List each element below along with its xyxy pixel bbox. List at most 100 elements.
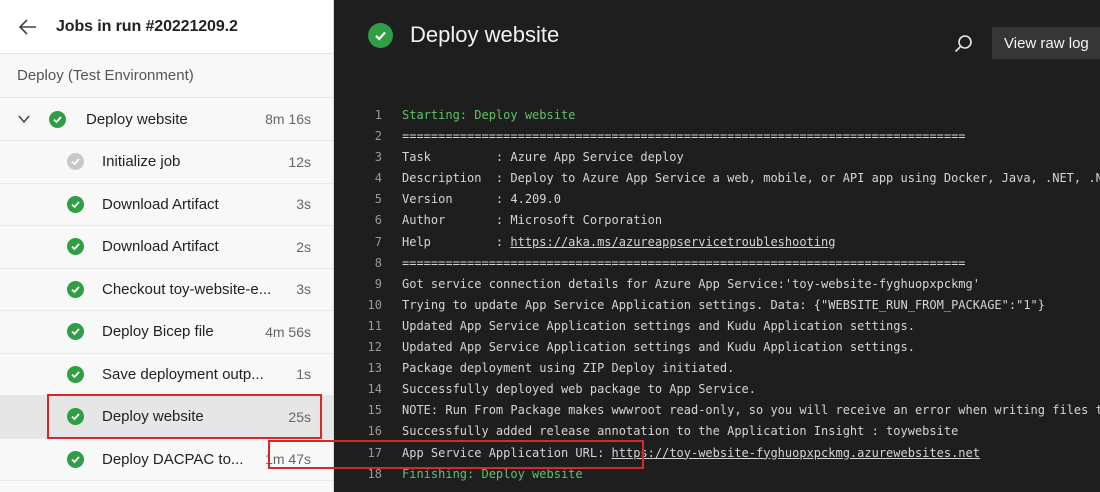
job-step-duration: 2s [296,238,311,255]
job-step-duration: 1s [296,366,311,383]
check-circle-icon [49,110,66,128]
back-button[interactable] [0,0,56,54]
log-line-text: Successfully added release annotation to… [402,424,959,439]
job-step-row[interactable]: Download Artifact 3s [0,183,333,226]
log-line-number: 8 [374,255,382,270]
log-line: 7 Help : https://aka.ms/azureappservicetr… [334,232,1100,253]
log-line-text: Author : Microsoft Corporation [402,213,663,228]
log-line-text: Got service connection details for Azure… [402,276,980,291]
log-line-number: 4 [374,171,382,186]
log-line-text: Updated App Service Application settings… [402,318,915,333]
chevron-down-icon[interactable] [16,111,32,127]
log-line-text: Help : https://aka.ms/azureappservicetro… [402,232,835,253]
log-header: Deploy website View raw log [334,0,1100,70]
log-line: 6 Author : Microsoft Corporation [334,210,1100,231]
job-step-label: Checkout toy-website-e... [102,280,272,298]
jobs-header: Jobs in run #20221209.2 [0,0,333,54]
check-circle-icon [67,153,84,171]
job-step-label: Deploy Bicep file [102,323,214,341]
log-line: 14 Successfully deployed web package to A… [334,379,1100,400]
log-line: 10 Trying to update App Service Applicati… [334,295,1100,316]
log-line-number: 12 [367,340,382,355]
log-line-text: App Service Application URL: https://toy… [402,443,980,464]
check-circle-icon [368,23,393,48]
log-line-number: 15 [367,403,382,418]
log-line-text: Version : 4.209.0 [402,192,561,207]
job-step-row[interactable]: Initialize job 12s [0,141,333,184]
log-link[interactable]: https://aka.ms/azureappservicetroublesho… [510,235,835,249]
log-line-text: NOTE: Run From Package makes wwwroot rea… [402,403,1100,418]
check-circle-icon [67,408,84,426]
log-line-number: 10 [367,297,382,312]
log-line: 16 Successfully added release annotation … [334,421,1100,442]
log-line: 3 Task : Azure App Service deploy [334,147,1100,168]
job-duration: 8m 16s [265,111,311,127]
log-link[interactable]: https://toy-website-fyghuopxpckmg.azurew… [612,446,980,460]
job-step-label: Download Artifact [102,195,219,213]
job-step-duration: 1m 47s [265,451,311,468]
log-panel: Deploy website View raw log 1 Starting: D… [334,0,1100,492]
log-line-number: 11 [367,318,382,333]
log-line-text: Updated App Service Application settings… [402,340,915,355]
log-line-number: 9 [374,276,382,291]
job-step-label: Save deployment outp... [102,365,264,383]
check-circle-icon [67,195,84,213]
search-icon [954,35,972,53]
log-line-number: 18 [367,466,382,481]
check-circle-icon [67,323,84,341]
log-line-number: 5 [374,192,382,207]
job-step-label: Deploy DACPAC to... [102,450,244,468]
log-line-text: Description : Deploy to Azure App Servic… [402,171,1100,186]
check-circle-icon [67,365,84,383]
log-line-text: ========================================… [402,255,966,270]
log-line: 15 NOTE: Run From Package makes wwwroot r… [334,400,1100,421]
log-line: 8 =======================================… [334,253,1100,274]
check-circle-icon [67,238,84,256]
log-line: 9 Got service connection details for Azur… [334,274,1100,295]
log-line: 11 Updated App Service Application settin… [334,316,1100,337]
log-line-number: 6 [374,213,382,228]
job-step-row[interactable]: Deploy DACPAC to... 1m 47s [0,438,333,481]
log-line-number: 17 [367,445,382,460]
log-line: 13 Package deployment using ZIP Deploy in… [334,358,1100,379]
log-line-number: 13 [367,361,382,376]
log-line: 5 Version : 4.209.0 [334,189,1100,210]
log-line-text: Finishing: Deploy website [402,466,583,481]
log-output: 1 Starting: Deploy website 2 ==============… [334,105,1100,485]
search-button[interactable] [953,33,975,55]
check-circle-icon [67,280,84,298]
log-line-number: 2 [374,129,382,144]
job-step-duration: 4m 56s [265,323,311,340]
job-step-label: Download Artifact [102,238,219,256]
stage-name: Deploy (Test Environment) [0,54,333,98]
log-line: 17 App Service Application URL: https://t… [334,443,1100,464]
job-step-row[interactable]: Checkout toy-website-e... 3s [0,268,333,311]
job-step-duration: 25s [288,408,311,425]
run-title: Jobs in run #20221209.2 [56,17,238,35]
log-line-number: 3 [374,150,382,165]
log-title: Deploy website [410,22,560,47]
log-line-text: Task : Azure App Service deploy [402,150,684,165]
log-line-text: ========================================… [402,129,966,144]
view-raw-log-button[interactable]: View raw log [992,27,1100,59]
job-label: Deploy website [86,110,188,128]
job-step-duration: 3s [296,196,311,213]
log-line: 12 Updated App Service Application settin… [334,337,1100,358]
back-arrow-icon [18,18,36,35]
log-line-text: Package deployment using ZIP Deploy init… [402,361,735,376]
job-step-row[interactable]: Deploy website 25s [0,396,333,439]
log-line-number: 14 [367,382,382,397]
job-step-duration: 12s [288,153,311,170]
log-line-number: 16 [367,424,382,439]
log-line: 2 =======================================… [334,126,1100,147]
job-step-label: Deploy website [102,408,204,426]
job-step-row[interactable]: Save deployment outp... 1s [0,353,333,396]
job-step-duration: 3s [296,281,311,298]
log-line-number: 7 [374,234,382,249]
log-line: 18 Finishing: Deploy website [334,464,1100,485]
job-deploy-website[interactable]: Deploy website 8m 16s [0,98,333,141]
job-step-row[interactable]: Download Artifact 2s [0,226,333,269]
log-line: 4 Description : Deploy to Azure App Servi… [334,168,1100,189]
job-step-row[interactable]: Deploy Bicep file 4m 56s [0,311,333,354]
check-circle-icon [67,450,84,468]
